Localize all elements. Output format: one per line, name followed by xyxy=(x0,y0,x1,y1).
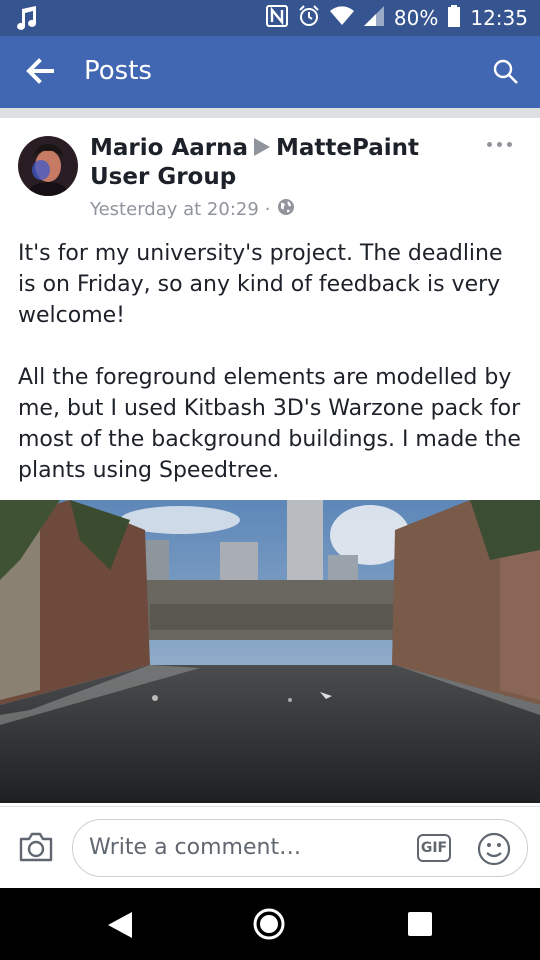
emoji-icon[interactable] xyxy=(477,832,511,866)
globe-icon xyxy=(277,198,295,221)
search-icon[interactable] xyxy=(492,58,520,86)
post-paragraph: All the foreground elements are modelled… xyxy=(18,365,521,483)
post-image[interactable] xyxy=(0,500,540,803)
wifi-icon xyxy=(329,6,354,30)
post-body: It's for my university's project. The de… xyxy=(18,238,523,517)
section-divider xyxy=(0,108,540,118)
post-meta: Yesterday at 20:29 · xyxy=(90,198,295,221)
more-icon[interactable] xyxy=(487,142,512,147)
nav-recents-icon[interactable] xyxy=(408,912,432,936)
nav-back-icon[interactable] xyxy=(106,910,134,945)
alarm-icon xyxy=(298,5,320,31)
shared-to-arrow-icon xyxy=(254,137,271,156)
signal-icon xyxy=(363,6,384,30)
system-nav-bar xyxy=(0,888,540,960)
post-author: Mario Aarna MattePaint User Group xyxy=(90,134,480,192)
comment-bar: Write a comment… GIF xyxy=(0,806,540,889)
post-paragraph: It's for my university's project. The de… xyxy=(18,241,503,328)
nav-home-icon[interactable] xyxy=(253,908,285,940)
battery-level: 80% xyxy=(393,6,439,30)
clock: 12:35 xyxy=(470,6,528,30)
gif-button[interactable]: GIF xyxy=(417,834,451,862)
page-title: Posts xyxy=(84,56,152,86)
back-arrow-icon[interactable] xyxy=(26,58,58,86)
nfc-icon xyxy=(265,5,288,31)
post-timestamp[interactable]: Yesterday at 20:29 xyxy=(90,199,259,220)
status-bar: 80% 12:35 xyxy=(0,0,540,36)
app-bar: Posts xyxy=(0,36,540,108)
meta-separator: · xyxy=(264,199,271,220)
comment-input[interactable]: Write a comment… GIF xyxy=(72,819,528,877)
battery-icon xyxy=(448,5,461,31)
camera-icon[interactable] xyxy=(18,831,54,863)
author-name[interactable]: Mario Aarna xyxy=(90,135,248,161)
avatar[interactable] xyxy=(18,136,78,196)
comment-placeholder: Write a comment… xyxy=(89,835,302,860)
music-note-icon xyxy=(16,6,38,34)
